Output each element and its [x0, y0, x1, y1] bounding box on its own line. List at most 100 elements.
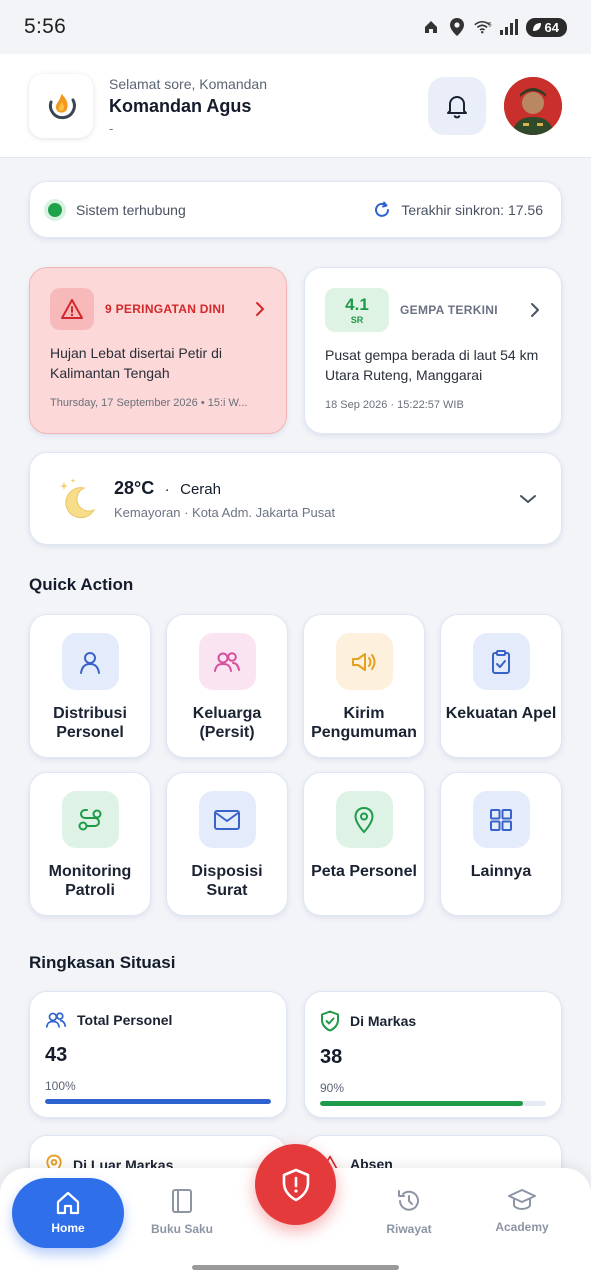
- home-icon: [56, 1191, 80, 1215]
- book-icon: [172, 1189, 192, 1213]
- chevron-down-icon[interactable]: [519, 493, 537, 505]
- summary-value: 38: [320, 1046, 343, 1068]
- battery-level: 64: [544, 19, 559, 35]
- early-warning-card[interactable]: 9 PERINGATAN DINI Hujan Lebat disertai P…: [29, 267, 287, 434]
- qa-label: Kirim Pengumuman: [311, 705, 417, 741]
- nav-home-label: Home: [51, 1221, 85, 1235]
- speaker-icon: [352, 652, 376, 671]
- qa-lainnya[interactable]: Lainnya: [440, 772, 562, 916]
- svg-text:5: 5: [488, 22, 492, 28]
- nav-academy-label: Academy: [495, 1220, 549, 1234]
- app-header: Selamat sore, Komandan Komandan Agus -: [0, 54, 591, 158]
- qa-label: Distribusi Personel: [53, 705, 127, 741]
- earthquake-title: GEMPA TERKINI: [400, 303, 498, 317]
- status-time: 5:56: [24, 15, 67, 38]
- app-logo: [29, 73, 93, 138]
- warning-date: Thursday, 17 September 2026 • 15:i W...: [50, 397, 248, 409]
- qa-icon-box: [61, 791, 119, 848]
- nav-riwayat[interactable]: Riwayat: [364, 1188, 454, 1236]
- warning-triangle-icon: [61, 299, 83, 319]
- qa-kirim-pengumuman[interactable]: Kirim Pengumuman: [303, 614, 425, 758]
- qa-kekuatan-apel[interactable]: Kekuatan Apel: [440, 614, 562, 758]
- map-pin-icon: [354, 806, 374, 833]
- status-bar: 5:56 5 64: [0, 0, 591, 54]
- sync-status-card: Sistem terhubung Terakhir sinkron: 17.56: [29, 181, 562, 238]
- earthquake-card[interactable]: 4.1 SR GEMPA TERKINI Pusat gempa berada …: [304, 267, 562, 434]
- qa-monitoring-patroli[interactable]: Monitoring Patroli: [29, 772, 151, 916]
- profile-photo: [504, 76, 562, 135]
- nav-buku-saku[interactable]: Buku Saku: [137, 1188, 227, 1236]
- summary-title: Ringkasan Situasi: [29, 953, 176, 972]
- connection-status-dot: [48, 202, 62, 217]
- progress-bar: [45, 1099, 271, 1104]
- quick-action-title: Quick Action: [29, 575, 134, 594]
- moon-stars-icon: [60, 477, 96, 518]
- chevron-right-icon: [256, 302, 264, 316]
- person-icon: [80, 651, 100, 674]
- refresh-icon: [375, 201, 390, 217]
- header-text: Selamat sore, Komandan Komandan Agus -: [109, 76, 267, 136]
- users-icon: [45, 1012, 67, 1028]
- signal-icon: [499, 18, 518, 36]
- grid-icon: [490, 808, 512, 831]
- nav-buku-saku-label: Buku Saku: [150, 1222, 213, 1236]
- qa-label: Lainnya: [470, 863, 532, 880]
- leaf-icon: [532, 23, 541, 31]
- weather-separator: ·: [164, 480, 170, 498]
- qa-icon-box: [472, 633, 530, 690]
- nav-riwayat-label: Riwayat: [386, 1222, 432, 1236]
- progress-bar: [320, 1101, 546, 1106]
- qa-label: Disposisi Surat: [191, 863, 263, 899]
- graduation-cap-icon: [508, 1189, 536, 1211]
- user-name: Komandan Agus: [109, 95, 252, 116]
- qa-icon-box: [61, 633, 119, 690]
- weather-card[interactable]: 28°C · Cerah Kemayoran · Kota Adm. Jakar…: [29, 452, 562, 545]
- location-status-icon: [448, 18, 466, 36]
- user-subtitle: -: [109, 120, 114, 136]
- nav-home[interactable]: Home: [12, 1178, 124, 1248]
- qa-icon-box: [335, 633, 393, 690]
- qa-keluarga-persit[interactable]: Keluarga (Persit): [166, 614, 288, 758]
- flame-logo-icon: [48, 93, 76, 119]
- summary-total-personel[interactable]: Total Personel 43 100%: [29, 991, 287, 1118]
- warning-title: 9 PERINGATAN DINI: [105, 302, 225, 316]
- summary-percent: 100%: [45, 1079, 76, 1093]
- home-status-icon: [422, 18, 440, 36]
- connection-status-text: Sistem terhubung: [76, 201, 186, 218]
- route-icon: [78, 808, 102, 830]
- magnitude-unit: SR: [350, 314, 364, 325]
- avatar[interactable]: [504, 76, 562, 135]
- history-icon: [398, 1190, 419, 1211]
- progress-fill: [320, 1101, 524, 1106]
- users-icon: [214, 651, 240, 672]
- bell-icon: [447, 95, 467, 118]
- summary-label: Di Markas: [350, 1013, 417, 1029]
- earthquake-date: 18 Sep 2026 · 15:22:57 WIB: [325, 399, 464, 411]
- weather-temp: 28°C: [114, 477, 155, 498]
- shield-check-icon: [321, 1010, 339, 1032]
- weather-condition: Cerah: [180, 480, 221, 498]
- earthquake-description: Pusat gempa berada di laut 54 km Utara R…: [325, 347, 539, 383]
- home-indicator: [192, 1265, 399, 1270]
- qa-label: Monitoring Patroli: [48, 863, 132, 899]
- chevron-right-icon: [531, 303, 539, 317]
- last-sync-text: Terakhir sinkron: 17.56: [401, 201, 543, 218]
- emergency-sos-button[interactable]: [255, 1144, 336, 1225]
- qa-icon-box: [472, 791, 530, 848]
- sync-info[interactable]: Terakhir sinkron: 17.56: [373, 201, 543, 219]
- qa-distribusi-personel[interactable]: Distribusi Personel: [29, 614, 151, 758]
- qa-disposisi-surat[interactable]: Disposisi Surat: [166, 772, 288, 916]
- nav-academy[interactable]: Academy: [477, 1188, 567, 1234]
- summary-di-markas[interactable]: Di Markas 38 90%: [304, 991, 562, 1118]
- summary-percent: 90%: [320, 1081, 345, 1095]
- notification-button[interactable]: [428, 76, 486, 135]
- shield-alert-icon: [282, 1168, 309, 1201]
- summary-label: Total Personel: [77, 1012, 173, 1028]
- qa-peta-personel[interactable]: Peta Personel: [303, 772, 425, 916]
- qa-label: Peta Personel: [311, 863, 417, 880]
- mail-icon: [214, 809, 240, 830]
- greeting-text: Selamat sore, Komandan: [109, 75, 267, 92]
- qa-icon-box: [198, 791, 256, 848]
- warning-icon-box: [50, 288, 94, 330]
- qa-label: Keluarga (Persit): [192, 705, 262, 741]
